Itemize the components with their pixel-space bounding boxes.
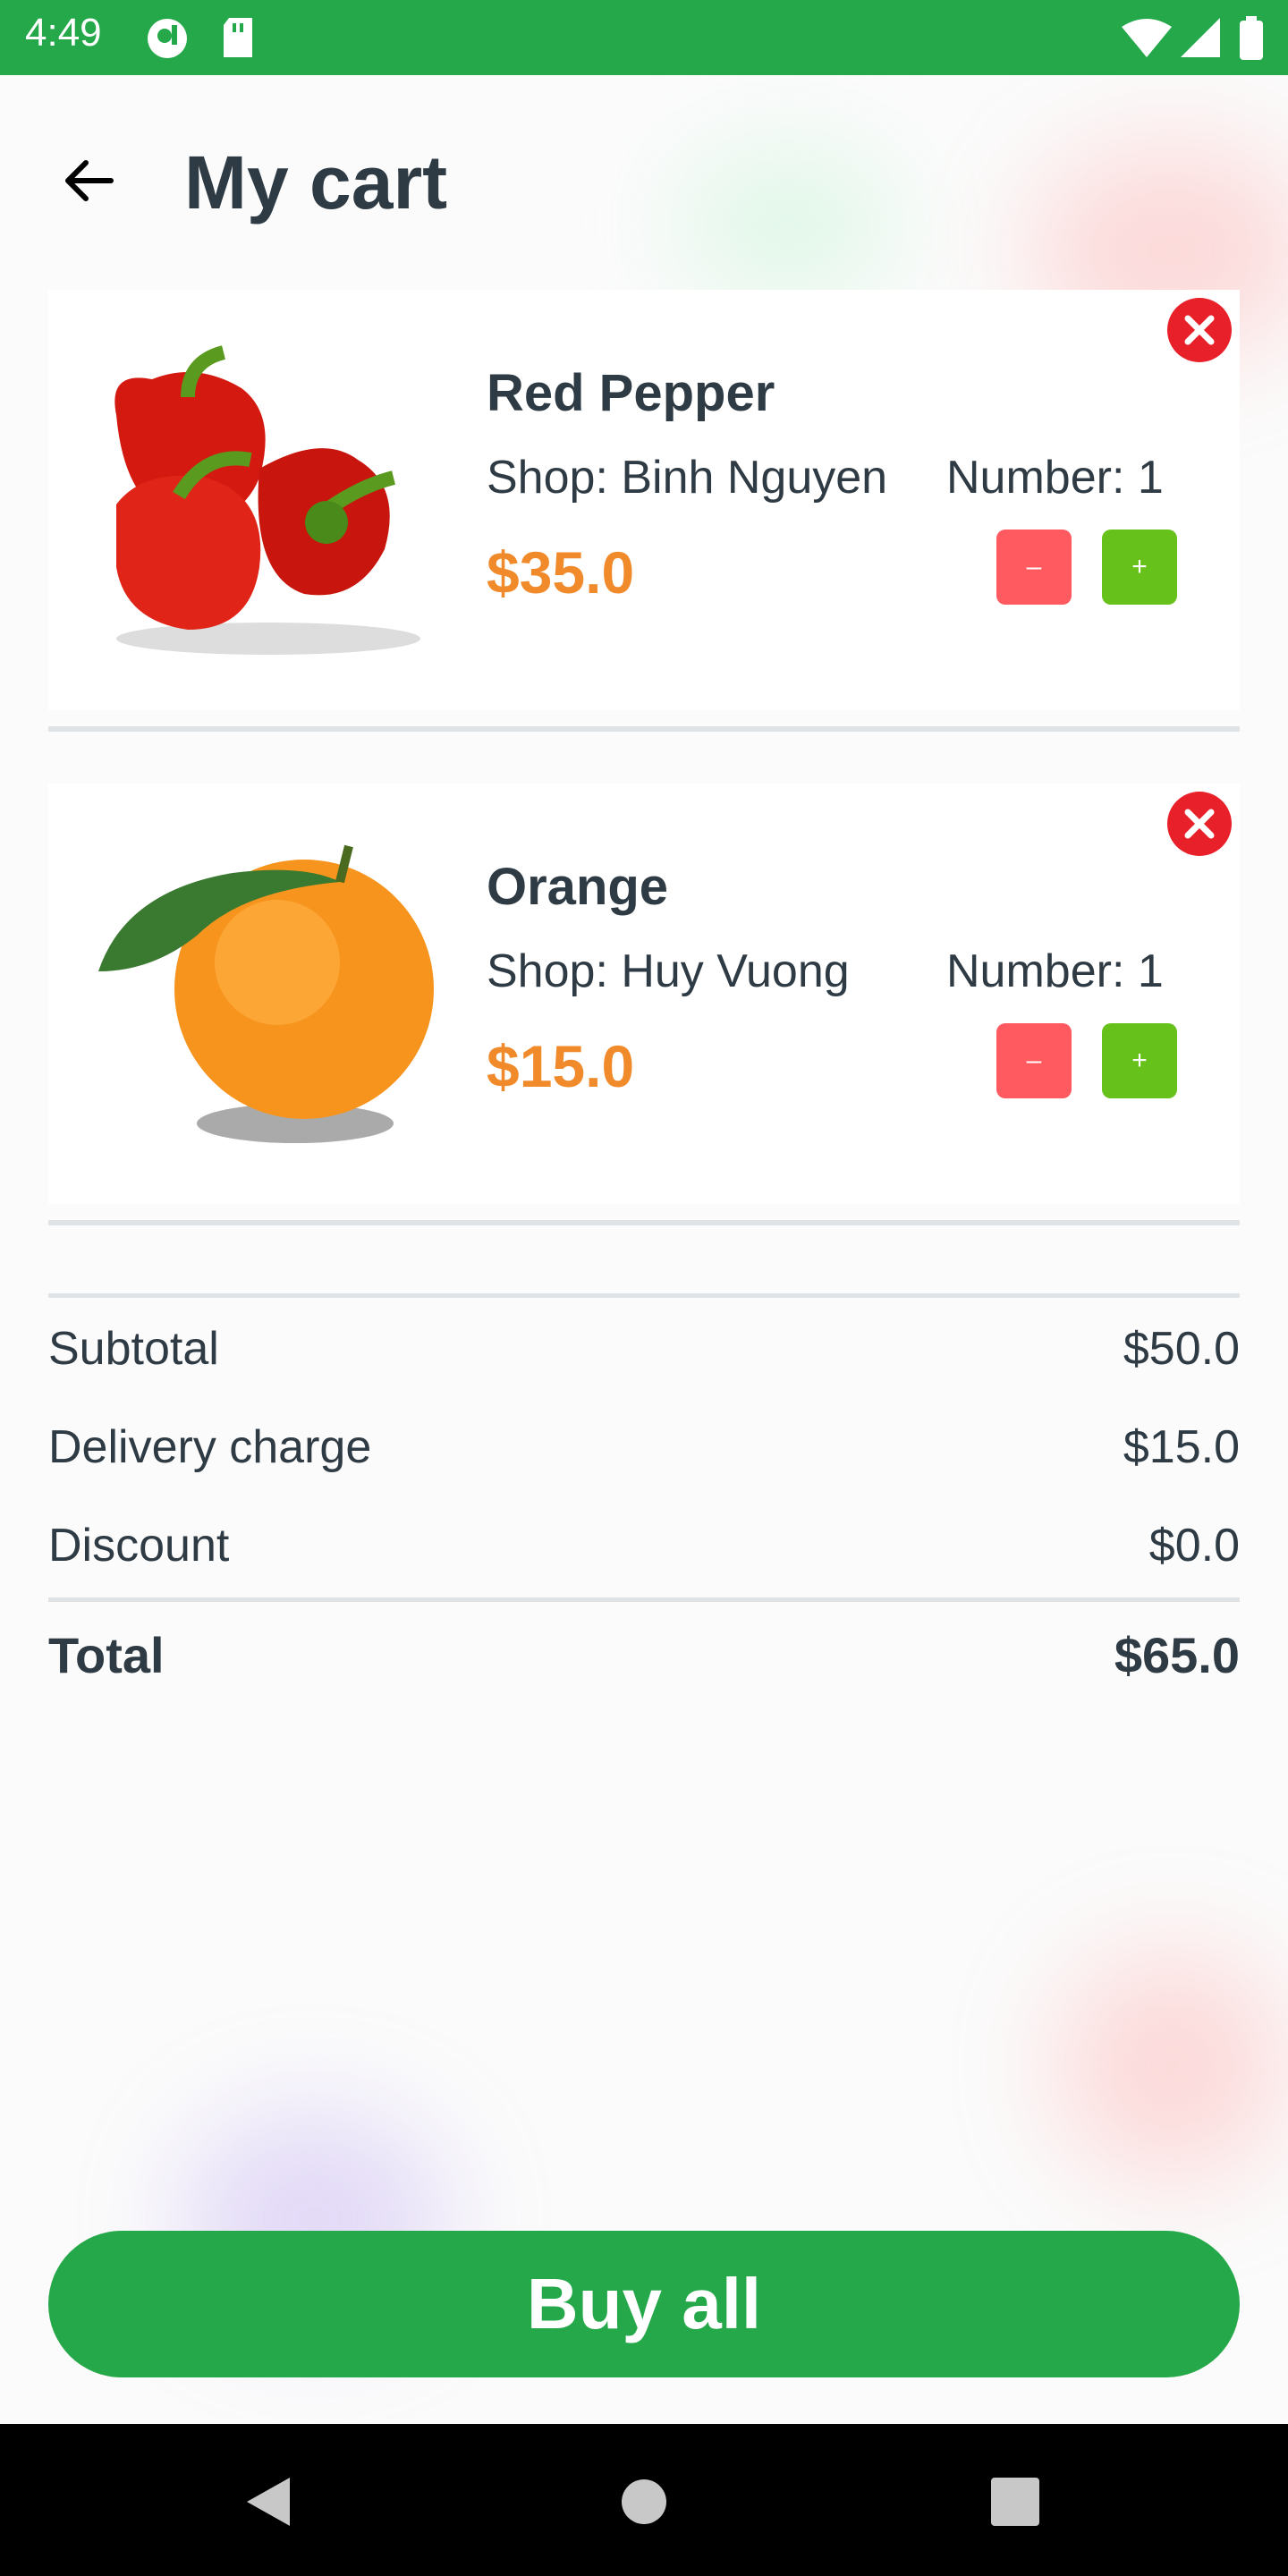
system-nav-bar [0,2424,1288,2576]
discount-label: Discount [48,1520,230,1572]
close-icon [1167,298,1232,362]
app-bar: My cart [0,125,1288,233]
product-image-red-pepper [89,343,447,665]
shop-name: Shop: Huy Vuong [487,945,850,997]
discount-row: Discount $0.0 [48,1519,1240,1572]
status-bar: 4:49 [0,0,1288,75]
decrease-quantity-button[interactable]: – [996,1023,1072,1098]
close-icon [1167,792,1232,856]
delivery-label: Delivery charge [48,1421,372,1473]
wifi-icon [1120,16,1174,64]
product-name: Orange [487,858,669,916]
delivery-value: $15.0 [1123,1421,1240,1473]
page-title: My cart [184,140,448,225]
total-divider [48,1597,1240,1602]
back-button[interactable] [50,143,125,218]
remove-item-button[interactable] [1166,791,1233,857]
item-quantity: Number: 1 [946,452,1164,504]
shop-name: Shop: Binh Nguyen [487,452,888,504]
signal-icon [1179,16,1222,64]
nav-recents-button[interactable] [984,2470,1046,2533]
discount-value: $0.0 [1148,1520,1240,1572]
triangle-back-icon [247,2478,290,2526]
increase-quantity-button[interactable]: + [1102,530,1177,605]
nav-home-button[interactable] [613,2470,675,2533]
nav-back-button[interactable] [238,2470,301,2533]
bg-blob [1055,1950,1288,2182]
subtotal-value: $50.0 [1123,1323,1240,1375]
subtotal-row: Subtotal $50.0 [48,1322,1240,1376]
product-image-orange [89,837,447,1159]
arrow-left-icon [65,160,114,201]
battery-icon [1238,16,1265,65]
circle-home-icon [622,2479,666,2524]
total-label: Total [48,1627,165,1683]
product-price: $35.0 [487,539,635,606]
status-time: 4:49 [25,11,102,55]
subtotal-label: Subtotal [48,1323,219,1375]
square-recents-icon [991,2478,1039,2526]
product-price: $15.0 [487,1033,635,1099]
cart-item: Orange Shop: Huy Vuong Number: 1 $15.0 –… [48,784,1240,1204]
buy-all-button[interactable]: Buy all [48,2231,1240,2377]
increase-quantity-button[interactable]: + [1102,1023,1177,1098]
decrease-quantity-button[interactable]: – [996,530,1072,605]
remove-item-button[interactable] [1166,297,1233,363]
summary-divider [48,1293,1240,1298]
notification-icon [145,16,190,65]
item-divider [48,1220,1240,1225]
sd-card-icon [220,16,256,65]
item-divider [48,726,1240,732]
item-quantity: Number: 1 [946,945,1164,997]
total-value: $65.0 [1114,1627,1240,1683]
product-name: Red Pepper [487,364,775,422]
delivery-row: Delivery charge $15.0 [48,1420,1240,1474]
cart-item: Red Pepper Shop: Binh Nguyen Number: 1 $… [48,290,1240,710]
total-row: Total $65.0 [48,1626,1240,1684]
